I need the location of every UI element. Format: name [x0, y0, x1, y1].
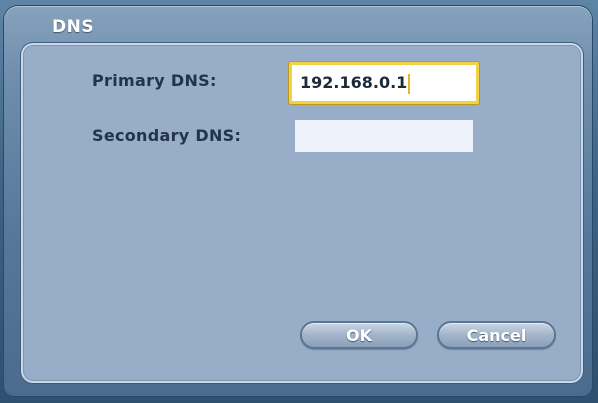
primary-dns-label: Primary DNS:	[92, 71, 217, 90]
secondary-dns-field[interactable]	[295, 120, 473, 152]
secondary-dns-label: Secondary DNS:	[92, 126, 242, 145]
ok-button[interactable]: OK	[300, 321, 418, 349]
primary-dns-field[interactable]: 192.168.0.1	[289, 62, 479, 104]
text-caret	[408, 73, 411, 94]
cancel-button[interactable]: Cancel	[437, 321, 556, 349]
primary-dns-value: 192.168.0.1	[300, 73, 408, 92]
dialog-title: DNS	[52, 17, 95, 37]
